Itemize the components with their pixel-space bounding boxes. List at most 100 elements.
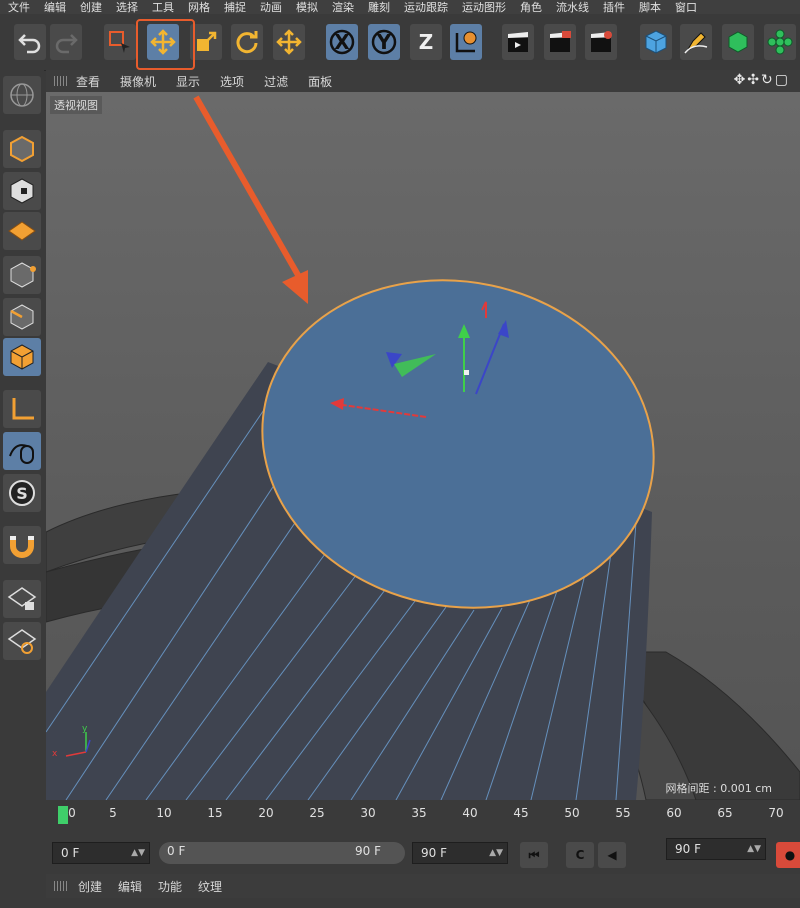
tweak-mode-button[interactable] bbox=[3, 432, 41, 470]
x-axis-button[interactable]: X bbox=[326, 24, 358, 60]
move-tool-highlight bbox=[136, 19, 195, 70]
cube-orange-icon bbox=[10, 135, 34, 163]
spinner-icon[interactable]: ▲▼ bbox=[489, 843, 503, 863]
redo-button[interactable] bbox=[50, 24, 82, 60]
viewport-menu-camera[interactable]: 摄像机 bbox=[120, 73, 156, 90]
axis-mode-button[interactable] bbox=[3, 390, 41, 428]
menu-snap[interactable]: 捕捉 bbox=[224, 0, 246, 15]
menu-script[interactable]: 脚本 bbox=[639, 0, 661, 15]
grid-rotate-icon bbox=[7, 629, 37, 654]
material-manager-menu: 创建 编辑 功能 纹理 bbox=[46, 874, 800, 898]
locked-workplane-button[interactable] bbox=[3, 580, 41, 618]
viewport-navigation-icons[interactable]: ✥✣↻▢ bbox=[734, 72, 790, 88]
rotate-tool-button[interactable] bbox=[231, 24, 263, 60]
menu-mograph[interactable]: 运动图形 bbox=[462, 0, 506, 15]
checker-cube-icon bbox=[10, 178, 34, 204]
subdivision-button[interactable] bbox=[722, 24, 754, 60]
spinner-icon[interactable]: ▲▼ bbox=[747, 839, 761, 859]
cloner-icon bbox=[767, 29, 793, 55]
end-frame-field[interactable]: 90 F ▲▼ bbox=[412, 842, 508, 864]
render-settings-button[interactable] bbox=[585, 24, 617, 60]
spinner-icon[interactable]: ▲▼ bbox=[131, 843, 145, 863]
snap-s-icon: S bbox=[9, 480, 35, 506]
go-to-start-button[interactable]: ⏮ bbox=[520, 842, 548, 868]
magnet-icon bbox=[10, 536, 34, 558]
mouse-icon bbox=[9, 444, 34, 464]
workplane-button[interactable] bbox=[3, 212, 41, 250]
last-tool-button[interactable] bbox=[273, 24, 305, 60]
render-view-button[interactable] bbox=[502, 24, 534, 60]
play-reverse-button[interactable]: ◀ bbox=[598, 842, 626, 868]
timeline-tick: 50 bbox=[564, 806, 580, 820]
texture-mode-button[interactable] bbox=[3, 172, 41, 210]
live-selection-button[interactable] bbox=[104, 24, 136, 60]
menu-create[interactable]: 创建 bbox=[80, 0, 102, 15]
grip-handle[interactable] bbox=[54, 881, 68, 891]
z-axis-button[interactable]: Z bbox=[410, 24, 442, 60]
polygons-cube-icon bbox=[10, 344, 34, 370]
coordinate-system-button[interactable] bbox=[450, 24, 482, 60]
redo-icon bbox=[55, 34, 78, 54]
frame-popup-field[interactable]: 90 F ▲▼ bbox=[666, 838, 766, 860]
menu-mesh[interactable]: 网格 bbox=[188, 0, 210, 15]
perspective-viewport[interactable]: 透视视图 y x 网格间距 : 0.001 cm bbox=[46, 92, 800, 800]
menu-simulate[interactable]: 模拟 bbox=[296, 0, 318, 15]
material-menu-texture[interactable]: 纹理 bbox=[198, 878, 222, 895]
record-button[interactable]: ● bbox=[776, 842, 800, 868]
render-picture-viewer-button[interactable] bbox=[544, 24, 576, 60]
menu-file[interactable]: 文件 bbox=[8, 0, 30, 15]
record-icon: ● bbox=[784, 848, 796, 862]
axis-label-x: x bbox=[52, 749, 58, 759]
preview-range-slider[interactable]: 0 F 90 F bbox=[159, 842, 405, 864]
menu-animate[interactable]: 动画 bbox=[260, 0, 282, 15]
viewport-menu-filter[interactable]: 过滤 bbox=[264, 73, 288, 90]
snap-toggle-button[interactable]: S bbox=[3, 474, 41, 512]
material-menu-function[interactable]: 功能 bbox=[158, 878, 182, 895]
cube-icon bbox=[645, 30, 667, 54]
view-mode-button[interactable] bbox=[3, 76, 41, 114]
material-menu-edit[interactable]: 编辑 bbox=[118, 878, 142, 895]
menu-edit[interactable]: 编辑 bbox=[44, 0, 66, 15]
undo-icon bbox=[18, 34, 41, 54]
start-frame-field[interactable]: 0 F ▲▼ bbox=[52, 842, 150, 864]
pen-button[interactable] bbox=[680, 24, 712, 60]
timeline-tick: 0 bbox=[68, 806, 76, 820]
menu-render[interactable]: 渲染 bbox=[332, 0, 354, 15]
previous-key-button[interactable]: C bbox=[566, 842, 594, 868]
grip-handle[interactable] bbox=[54, 76, 68, 86]
viewport-menu-panel[interactable]: 面板 bbox=[308, 73, 332, 90]
y-axis-label: Y bbox=[376, 30, 392, 54]
menu-plugins[interactable]: 插件 bbox=[603, 0, 625, 15]
viewport-menu-options[interactable]: 选项 bbox=[220, 73, 244, 90]
magnet-button[interactable] bbox=[3, 526, 41, 564]
timeline-ruler[interactable]: 0 5 10 15 20 25 30 35 40 45 50 55 60 65 … bbox=[46, 800, 800, 838]
points-mode-button[interactable] bbox=[3, 256, 41, 294]
menu-character[interactable]: 角色 bbox=[520, 0, 542, 15]
grid-spacing-readout: 网格间距 : 0.001 cm bbox=[665, 782, 772, 795]
menu-pipeline[interactable]: 流水线 bbox=[556, 0, 589, 15]
menu-sculpt[interactable]: 雕刻 bbox=[368, 0, 390, 15]
transport-bar: 0 F ▲▼ 0 F 90 F 90 F ▲▼ ⏮ C ◀ 90 F ▲▼ ● bbox=[46, 838, 800, 868]
planar-workplane-button[interactable] bbox=[3, 622, 41, 660]
viewport-title: 透视视图 bbox=[50, 96, 102, 114]
x-axis-label: X bbox=[334, 30, 350, 54]
model-mode-button[interactable] bbox=[3, 130, 41, 168]
menu-bar: 文件 编辑 创建 选择 工具 网格 捕捉 动画 模拟 渲染 雕刻 运动跟踪 运动… bbox=[0, 0, 800, 14]
undo-button[interactable] bbox=[14, 24, 46, 60]
menu-window[interactable]: 窗口 bbox=[675, 0, 697, 15]
clapper-icon bbox=[550, 31, 571, 52]
viewport-menu-view[interactable]: 查看 bbox=[76, 73, 100, 90]
edges-mode-button[interactable] bbox=[3, 298, 41, 336]
skip-start-icon: ⏮ bbox=[528, 847, 540, 862]
menu-select[interactable]: 选择 bbox=[116, 0, 138, 15]
menu-tools[interactable]: 工具 bbox=[152, 0, 174, 15]
viewport-menu-display[interactable]: 显示 bbox=[176, 73, 200, 90]
timeline-playhead[interactable] bbox=[58, 806, 68, 824]
polygons-mode-button[interactable] bbox=[3, 338, 41, 376]
material-menu-create[interactable]: 创建 bbox=[78, 878, 102, 895]
cloner-button[interactable] bbox=[764, 24, 796, 60]
cube-button[interactable] bbox=[640, 24, 672, 60]
menu-motion-tracking[interactable]: 运动跟踪 bbox=[404, 0, 448, 15]
y-axis-button[interactable]: Y bbox=[368, 24, 400, 60]
clapper-icon bbox=[508, 32, 528, 52]
